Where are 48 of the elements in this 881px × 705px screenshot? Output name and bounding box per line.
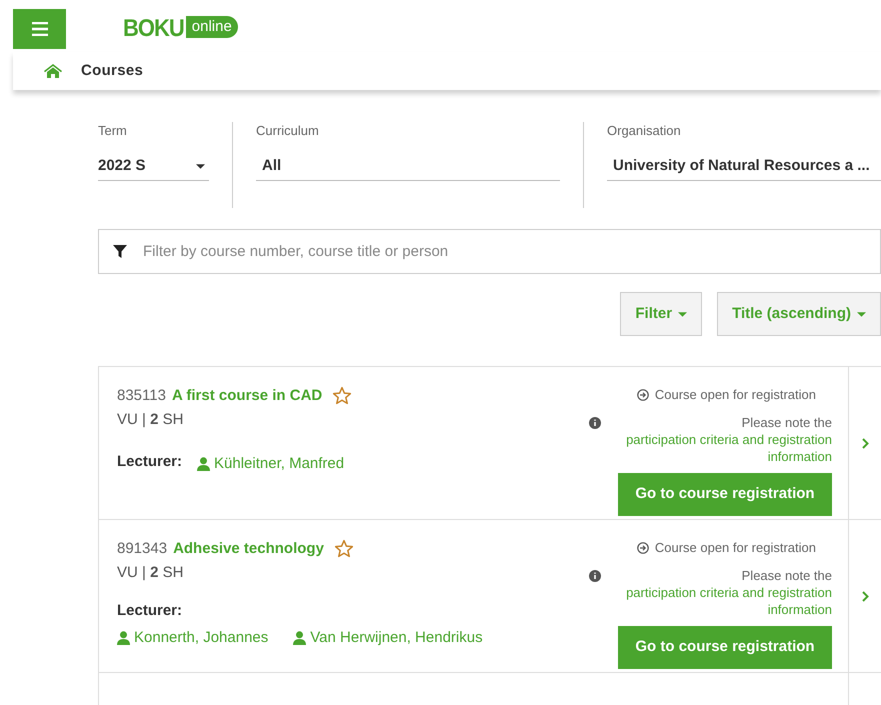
filter-icon xyxy=(113,245,127,259)
field-label: Organisation xyxy=(607,122,682,140)
status-text: Course open for registration xyxy=(654,539,816,557)
info-icon xyxy=(589,570,601,582)
course-number: 835113 xyxy=(117,386,166,406)
person-icon xyxy=(197,457,210,472)
chevron-right-icon[interactable] xyxy=(862,438,868,448)
menu-icon xyxy=(32,22,48,36)
breadcrumb-title: Courses xyxy=(81,60,144,81)
lecturer-label: Lecturer: xyxy=(117,452,182,472)
lecturer-link[interactable]: Van Herwijnen, Hendrikus xyxy=(293,626,483,649)
person-icon xyxy=(293,630,306,645)
arrow-circle-icon xyxy=(636,542,649,554)
note-text: Please note the participation criteria and registration information xyxy=(607,414,832,464)
home-icon[interactable] xyxy=(44,64,62,78)
caret-icon xyxy=(857,312,866,316)
field-label: Term xyxy=(98,122,128,140)
course-number: 891343 xyxy=(117,539,168,559)
star-icon[interactable] xyxy=(332,386,352,406)
text-field[interactable]: All xyxy=(256,152,560,181)
star-icon[interactable] xyxy=(334,539,354,560)
criteria-link[interactable]: participation criteria and registration information xyxy=(607,584,832,618)
criteria-link[interactable]: participation criteria and registration information xyxy=(607,430,832,464)
course-title-link[interactable]: Adhesive technology xyxy=(173,538,324,560)
caret-icon xyxy=(196,164,205,168)
logo[interactable]: BOKU online xyxy=(123,10,238,44)
lecturer-link[interactable]: Konnerth, Johannes xyxy=(117,626,268,649)
person-icon xyxy=(117,630,130,645)
status-text: Course open for registration xyxy=(654,386,816,404)
note-text: Please note the participation criteria and registration information xyxy=(607,566,832,618)
course-type: VU | 2 SH xyxy=(117,410,184,430)
text-field[interactable]: University of Natural Resources a ... xyxy=(607,152,881,181)
arrow-circle-icon xyxy=(636,388,649,401)
info-icon xyxy=(589,416,601,428)
menu-button[interactable] xyxy=(13,9,66,49)
chevron-right-icon[interactable] xyxy=(862,590,868,602)
search-field[interactable]: Filter by course number, course title or person xyxy=(98,229,881,274)
dropdown-button[interactable]: Title (ascending) xyxy=(717,292,881,336)
course-type: VU | 2 SH xyxy=(117,562,184,582)
field-label: Curriculum xyxy=(256,122,320,140)
lecturer-label: Lecturer: xyxy=(117,601,184,621)
caret-icon xyxy=(678,312,688,316)
term-select[interactable]: 2022 S xyxy=(98,152,209,181)
course-title-link[interactable]: A first course in CAD xyxy=(172,385,322,408)
registration-button[interactable]: Go to course registration xyxy=(618,626,832,668)
dropdown-button[interactable]: Filter xyxy=(620,292,702,336)
registration-button[interactable]: Go to course registration xyxy=(618,472,832,516)
lecturer-link[interactable]: Kühleitner, Manfred xyxy=(197,453,344,476)
